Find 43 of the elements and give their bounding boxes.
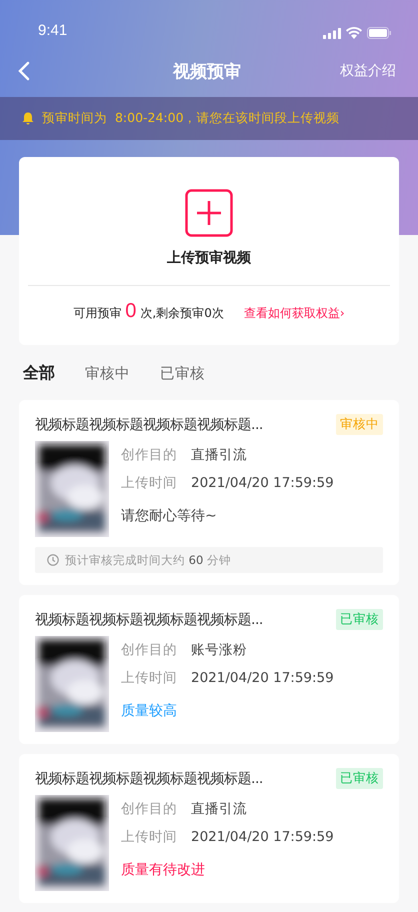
upload-time: 2021/04/20 17:59:59 [191, 829, 334, 845]
field-label: 上传时间 [121, 828, 177, 846]
video-title: 视频标题视频标题视频标题视频标题... [35, 416, 263, 434]
video-title: 视频标题视频标题视频标题视频标题... [35, 610, 263, 628]
page-title: 视频预审 [173, 60, 241, 82]
filter-tab[interactable]: 已审核 [160, 360, 205, 387]
upload-label: 上传预审视频 [167, 249, 251, 267]
status-time: 9:41 [38, 22, 68, 39]
status-tag: 已审核 [336, 609, 383, 630]
upload-time: 2021/04/20 17:59:59 [191, 475, 334, 491]
field-label: 创作目的 [121, 641, 177, 659]
purpose-value: 账号涨粉 [191, 641, 247, 659]
quota-text: 可用预审 [73, 305, 122, 322]
filter-tab[interactable]: 全部 [23, 359, 55, 388]
status-tag: 已审核 [336, 768, 383, 789]
review-result: 质量较高 [121, 702, 178, 720]
video-title: 视频标题视频标题视频标题视频标题... [35, 770, 263, 788]
back-icon[interactable] [18, 61, 30, 81]
upload-time: 2021/04/20 17:59:59 [191, 670, 334, 686]
bell-icon [22, 112, 34, 125]
status-tag: 审核中 [336, 414, 383, 435]
review-result: 请您耐心等待~ [121, 507, 218, 525]
purpose-value: 直播引流 [191, 446, 247, 464]
review-result: 质量有待改进 [121, 861, 206, 879]
filter-tab[interactable]: 审核中 [85, 360, 130, 387]
video-card[interactable]: 视频标题视频标题视频标题视频标题... 已审核 创作目的 直播引流 上传时间 2021/04/20 17:59:59 质量有待改进 [19, 754, 399, 903]
eta-text: 预计审核完成时间大约 60 分钟 [65, 552, 231, 568]
signal-icon [323, 28, 341, 38]
battery-icon [367, 27, 392, 39]
add-video-icon[interactable] [185, 189, 233, 237]
field-label: 创作目的 [121, 800, 177, 818]
field-label: 创作目的 [121, 446, 177, 464]
clock-icon [47, 554, 59, 566]
field-label: 上传时间 [121, 474, 177, 492]
get-benefits-link[interactable]: 查看如何获取权益› [244, 305, 345, 322]
remaining-text: 次,剩余预审0次 [140, 305, 224, 322]
video-card[interactable]: 视频标题视频标题视频标题视频标题... 审核中 创作目的 直播引流 上传时间 2021/04/20 17:59:59 请您耐心等待~ 预计审核完成时间大约 60 分钟 [19, 400, 399, 585]
video-card[interactable]: 视频标题视频标题视频标题视频标题... 已审核 创作目的 账号涨粉 上传时间 2021/04/20 17:59:59 质量较高 [19, 595, 399, 744]
notice-text: 预审时间为 8:00-24:00，请您在该时间段上传视频 [42, 110, 340, 127]
quota-count: 0 [125, 300, 136, 323]
wifi-icon [346, 27, 362, 39]
field-label: 上传时间 [121, 669, 177, 687]
purpose-value: 直播引流 [191, 800, 247, 818]
